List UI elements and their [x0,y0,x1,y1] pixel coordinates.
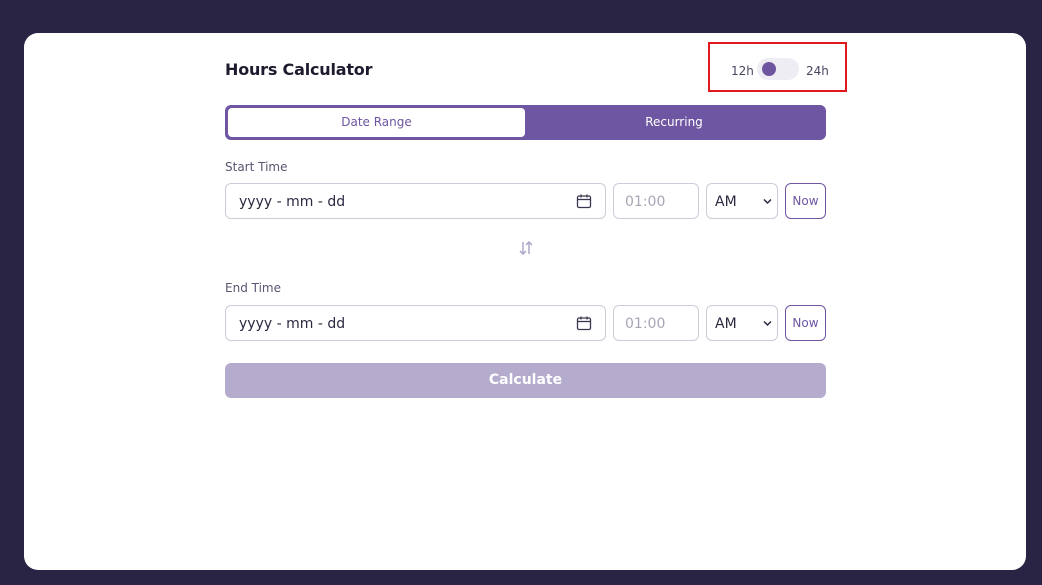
start-time-label: Start Time [225,160,288,174]
start-time-row: yyyy - mm - dd 01:00 AM Now [225,183,826,219]
start-time-input[interactable]: 01:00 [613,183,699,219]
start-time-placeholder: 01:00 [625,194,666,210]
start-ampm-value: AM [715,194,737,210]
time-format-toggle-highlight: 12h 24h [708,42,847,92]
end-ampm-value: AM [715,316,737,332]
start-now-button[interactable]: Now [785,183,826,219]
toggle-label-24h: 24h [806,64,829,78]
calculator-card: Hours Calculator 12h 24h Date Range Recu… [24,33,1026,570]
swap-vertical-icon[interactable] [518,240,534,256]
time-format-switch[interactable] [757,58,799,80]
end-time-label: End Time [225,281,281,295]
page-title: Hours Calculator [225,60,373,79]
calendar-icon[interactable] [576,193,592,209]
chevron-down-icon [763,320,772,327]
mode-tabs: Date Range Recurring [225,105,826,140]
start-ampm-select[interactable]: AM [706,183,778,219]
switch-knob [762,62,776,76]
tab-date-range[interactable]: Date Range [228,108,525,137]
start-date-input[interactable]: yyyy - mm - dd [225,183,606,219]
end-now-button[interactable]: Now [785,305,826,341]
end-date-input[interactable]: yyyy - mm - dd [225,305,606,341]
end-date-placeholder: yyyy - mm - dd [239,316,346,332]
toggle-label-12h: 12h [731,64,754,78]
end-time-input[interactable]: 01:00 [613,305,699,341]
end-ampm-select[interactable]: AM [706,305,778,341]
start-date-placeholder: yyyy - mm - dd [239,194,346,210]
calendar-icon[interactable] [576,315,592,331]
end-time-row: yyyy - mm - dd 01:00 AM Now [225,305,826,341]
chevron-down-icon [763,198,772,205]
tab-recurring[interactable]: Recurring [525,108,823,137]
calculate-button[interactable]: Calculate [225,363,826,398]
end-time-placeholder: 01:00 [625,316,666,332]
